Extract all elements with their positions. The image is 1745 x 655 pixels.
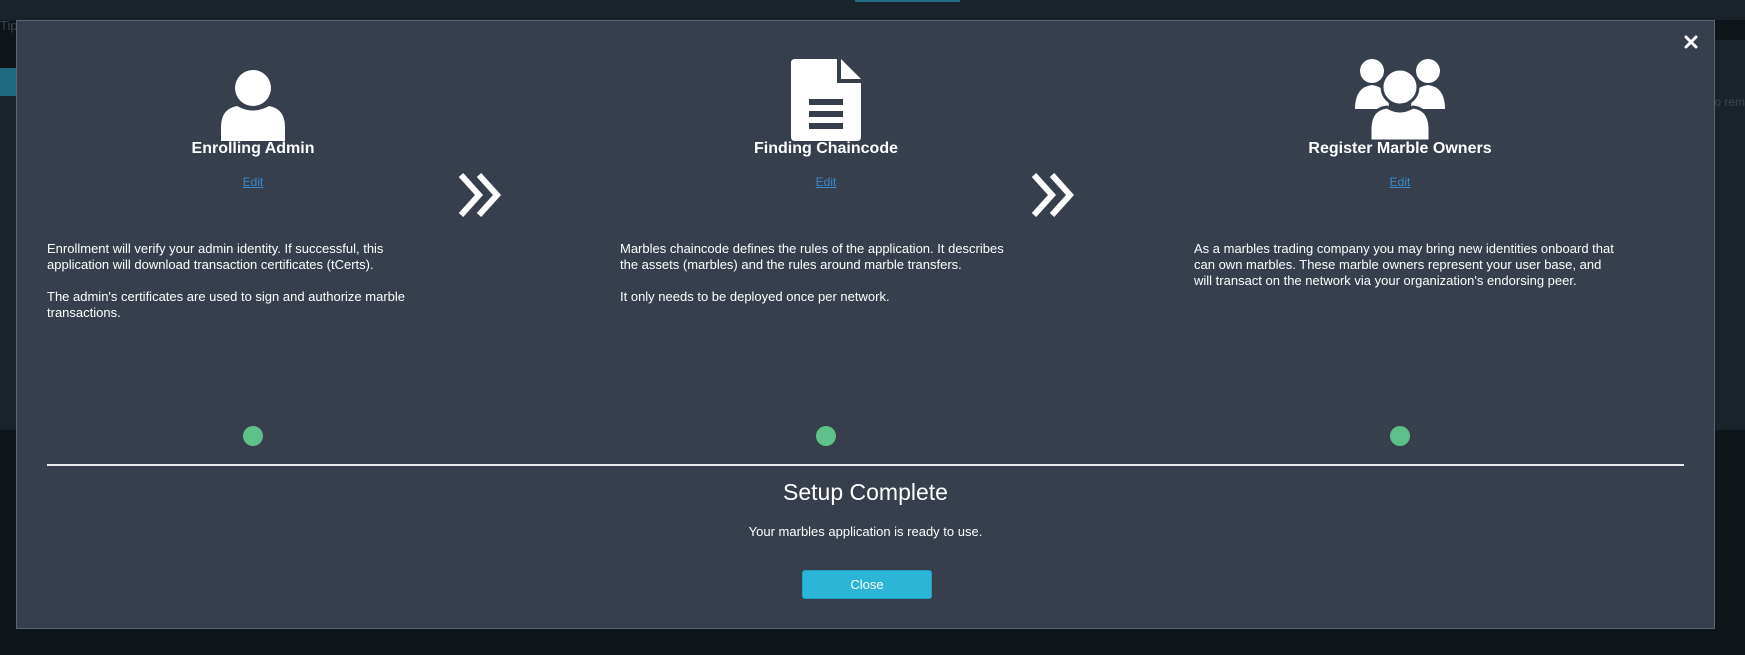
background-left-bar [0,68,16,96]
close-button[interactable]: Close [802,570,932,599]
step-paragraph: It only needs to be deployed once per ne… [620,289,890,304]
step-finding-chaincode: Finding Chaincode Edit Marbles chaincode… [590,21,1160,461]
setup-complete-title: Setup Complete [783,479,948,505]
double-chevron-right-icon [457,171,505,219]
step-description: As a marbles trading company you may bri… [1194,241,1614,305]
background-tip-text: Tip [0,18,18,33]
background-panel [0,96,16,430]
step-title: Finding Chaincode [754,140,898,157]
setup-modal: Enrolling Admin Edit Enrollment will ver… [16,20,1715,629]
step-paragraph: As a marbles trading company you may bri… [1194,241,1614,288]
step-register-marble-owners: Register Marble Owners Edit As a marbles… [1164,21,1734,461]
step-paragraph: Marbles chaincode defines the rules of t… [620,241,1004,272]
step-enrolling-admin: Enrolling Admin Edit Enrollment will ver… [17,21,587,461]
step-description: Enrollment will verify your admin identi… [47,241,447,337]
step-paragraph: The admin's certificates are used to sig… [47,289,406,320]
background-accent-tab [855,0,960,2]
status-dot [816,426,836,446]
step-paragraph: Enrollment will verify your admin identi… [47,241,384,272]
background-header-strip [0,0,1745,20]
step-title: Enrolling Admin [191,140,315,157]
users-group-icon [1350,49,1450,141]
double-chevron-right-icon [1030,171,1078,219]
edit-link[interactable]: Edit [1390,175,1411,189]
document-icon [776,49,876,141]
step-description: Marbles chaincode defines the rules of t… [620,241,1020,321]
user-icon [203,49,303,141]
divider [47,464,1684,466]
status-dot [243,426,263,446]
step-title: Register Marble Owners [1308,140,1492,157]
status-dot [1390,426,1410,446]
setup-complete-subtitle: Your marbles application is ready to use… [748,524,983,539]
edit-link[interactable]: Edit [243,175,264,189]
edit-link[interactable]: Edit [816,175,837,189]
